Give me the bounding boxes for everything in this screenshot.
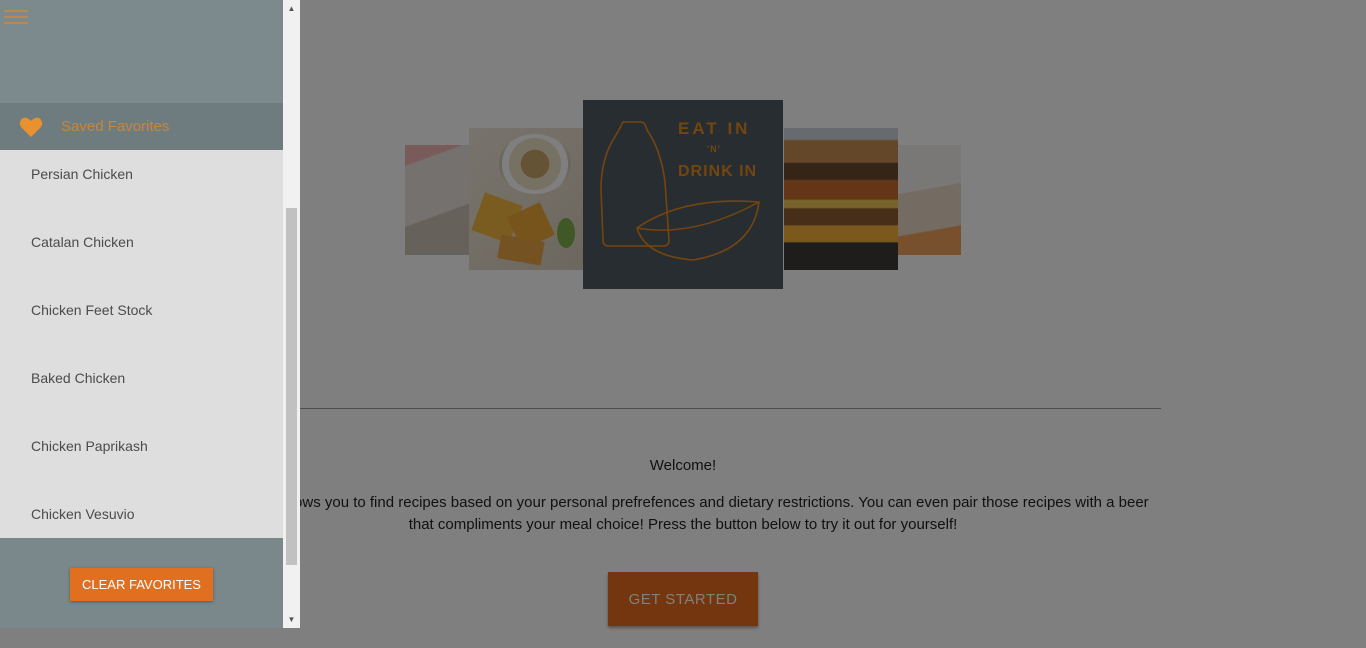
favorite-item-chicken-vesuvio[interactable]: Chicken Vesuvio [31, 506, 135, 522]
favorite-item-persian-chicken[interactable]: Persian Chicken [31, 166, 133, 182]
favorites-header: Saved Favorites [0, 103, 283, 150]
drawer-footer: CLEAR FAVORITES [0, 538, 283, 628]
favorite-item-baked-chicken[interactable]: Baked Chicken [31, 370, 125, 386]
scrollbar-thumb[interactable] [286, 208, 297, 565]
drawer-header [0, 0, 283, 103]
favorites-title: Saved Favorites [61, 118, 170, 135]
clear-favorites-button[interactable]: CLEAR FAVORITES [70, 568, 213, 601]
favorite-item-chicken-feet-stock[interactable]: Chicken Feet Stock [31, 302, 152, 318]
drawer-scrollbar[interactable]: ▲ ▼ [283, 0, 300, 628]
favorite-item-catalan-chicken[interactable]: Catalan Chicken [31, 234, 134, 250]
hamburger-menu-icon[interactable] [4, 7, 28, 27]
favorites-list: Persian Chicken Catalan Chicken Chicken … [0, 150, 283, 538]
favorites-drawer: Saved Favorites Persian Chicken Catalan … [0, 0, 300, 628]
heart-icon [19, 117, 43, 137]
arrow-up-icon[interactable]: ▲ [283, 0, 300, 17]
favorite-item-chicken-paprikash[interactable]: Chicken Paprikash [31, 438, 148, 454]
arrow-down-icon[interactable]: ▼ [283, 611, 300, 628]
